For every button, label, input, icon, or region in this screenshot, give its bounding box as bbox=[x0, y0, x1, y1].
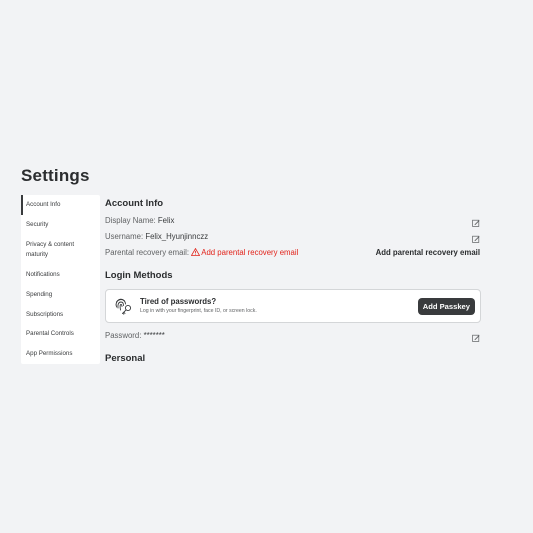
sidebar-item-label: Account Info bbox=[26, 201, 61, 208]
settings-page: Settings Account Info Security Privacy &… bbox=[0, 0, 533, 533]
sidebar-item-spending[interactable]: Spending bbox=[21, 290, 100, 300]
sidebar-item-label: App Permissions bbox=[26, 350, 73, 357]
display-name-value: Felix bbox=[157, 216, 175, 225]
sidebar-item-label: Notifications bbox=[26, 271, 60, 278]
edit-username-icon[interactable] bbox=[472, 235, 480, 243]
passkey-title: Tired of passwords? bbox=[140, 297, 217, 306]
password-value: ******* bbox=[143, 331, 165, 340]
page-title: Settings bbox=[21, 166, 90, 185]
username-label: Username: bbox=[105, 232, 144, 241]
sidebar-item-parental-controls[interactable]: Parental Controls bbox=[21, 329, 100, 339]
password-row: Password: ******* bbox=[105, 331, 165, 340]
recovery-email-warning-text: Add parental recovery email bbox=[201, 248, 299, 257]
recovery-email-row: Parental recovery email: Add parental re… bbox=[105, 248, 298, 257]
display-name-row: Display Name: Felix bbox=[105, 216, 174, 225]
login-methods-heading: Login Methods bbox=[105, 270, 173, 281]
passkey-card: Tired of passwords? Log in with your fin… bbox=[105, 289, 481, 323]
recovery-email-label: Parental recovery email: bbox=[105, 248, 190, 257]
sidebar-item-notifications[interactable]: Notifications bbox=[21, 270, 100, 280]
warning-icon bbox=[191, 248, 201, 256]
sidebar-item-app-permissions[interactable]: App Permissions bbox=[21, 349, 100, 359]
sidebar-item-label-line2: maturity bbox=[26, 251, 49, 258]
add-recovery-email-button[interactable]: Add parental recovery email bbox=[376, 248, 480, 257]
sidebar-item-subscriptions[interactable]: Subscriptions bbox=[21, 310, 100, 320]
display-name-label: Display Name: bbox=[105, 216, 156, 225]
sidebar-item-account-info[interactable]: Account Info bbox=[21, 195, 100, 215]
passkey-subtitle: Log in with your fingerprint, face ID, o… bbox=[140, 308, 257, 314]
username-row: Username: Felix_Hyunjinnczz bbox=[105, 232, 208, 241]
edit-display-name-icon[interactable] bbox=[472, 219, 480, 227]
personal-heading: Personal bbox=[105, 353, 146, 364]
username-value: Felix_Hyunjinnczz bbox=[145, 232, 209, 241]
sidebar-item-security[interactable]: Security bbox=[21, 220, 100, 230]
sidebar-item-label: Subscriptions bbox=[26, 311, 64, 318]
account-info-heading: Account Info bbox=[105, 198, 164, 209]
sidebar-item-label: Privacy & content bbox=[26, 241, 75, 248]
sidebar-item-privacy[interactable]: Privacy & content maturity bbox=[21, 240, 100, 260]
fingerprint-key-icon bbox=[115, 298, 132, 315]
sidebar-item-label: Spending bbox=[26, 291, 53, 298]
sidebar-item-label: Security bbox=[26, 221, 49, 228]
sidebar-item-label: Parental Controls bbox=[26, 330, 74, 337]
edit-password-icon[interactable] bbox=[472, 334, 480, 342]
password-label: Password: bbox=[105, 331, 142, 340]
settings-sidebar: Account Info Security Privacy & content … bbox=[21, 195, 100, 364]
recovery-email-warning: Add parental recovery email bbox=[191, 248, 298, 257]
add-passkey-button[interactable]: Add Passkey bbox=[417, 298, 475, 315]
